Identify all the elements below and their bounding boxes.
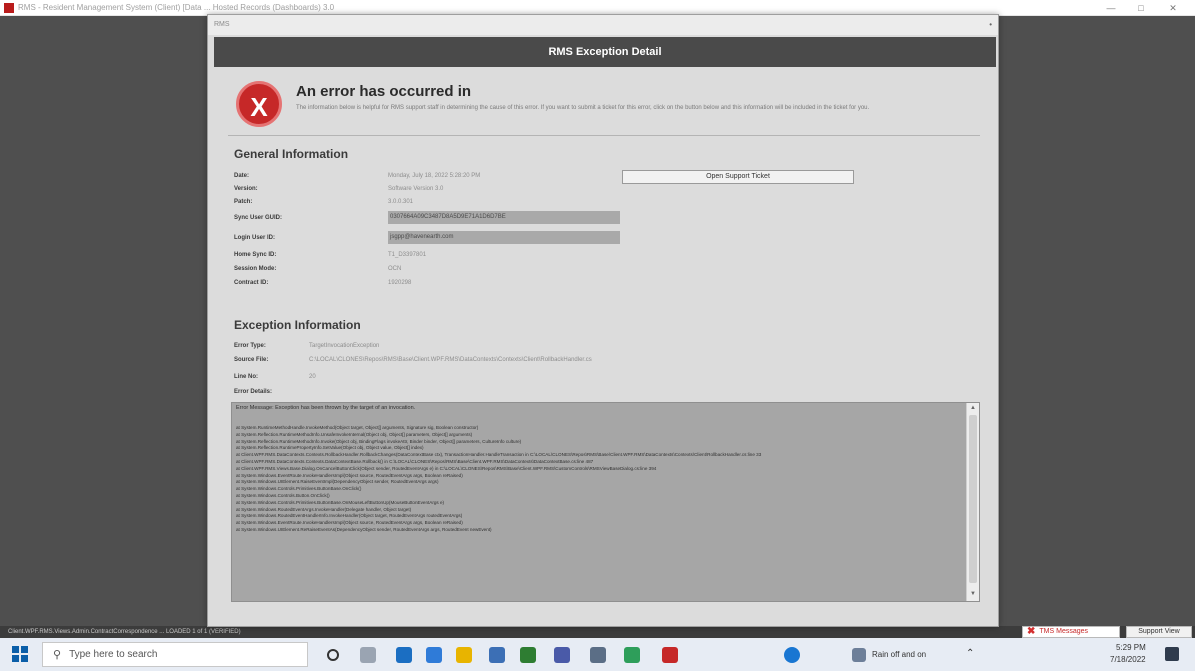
source-file-value: C:\LOCAL\CLONES\Repos\RMS\Base\Client.WP… [309,357,592,363]
search-icon: ⚲ [53,649,62,661]
teams-icon[interactable] [554,647,570,663]
dialog-header: RMS Exception Detail [214,37,996,67]
contract-id-value: 1920298 [388,280,412,286]
stack-line: at System.Windows.Controls.Button.OnClic… [236,492,330,498]
divider [228,135,980,136]
error-title: An error has occurred in [296,83,472,100]
date-label: Date: [234,173,250,179]
error-x-icon: X [236,81,282,127]
outlook-icon[interactable] [489,647,505,663]
line-no-label: Line No: [234,374,258,380]
stack-line: at System.Windows.Controls.Primitives.Bu… [236,486,362,492]
home-sync-id-label: Home Sync ID: [234,252,277,258]
stack-trace: at System.RuntimeMethodHandle.InvokeMeth… [236,425,961,534]
search-placeholder: Type here to search [69,649,158,660]
maximize-icon[interactable]: □ [1128,0,1154,16]
scroll-down-icon[interactable]: ▼ [967,589,979,599]
sync-user-guid-label: Sync User GUID: [234,215,283,221]
patch-label: Patch: [234,199,253,205]
app-icon[interactable] [590,647,606,663]
edge-icon[interactable] [396,647,412,663]
weather-icon [852,648,866,662]
tms-x-icon: ✖ [1027,626,1036,637]
weather-text[interactable]: Rain off and on [872,650,926,659]
tms-messages-button[interactable]: ✖ TMS Messages [1022,626,1120,638]
status-bar: Client.WPF.RMS.Views.Admin.ContractCorre… [0,626,1195,638]
dialog-close-icon[interactable]: • [989,15,992,35]
session-mode-label: Session Mode: [234,266,277,272]
stack-line: at System.Reflection.RuntimeMethodInfo.I… [236,438,522,444]
login-user-id-field[interactable]: jsgpp@havenearth.com [388,231,620,244]
details-scrollbar[interactable]: ▲ ▼ [966,403,979,601]
rms-app-icon[interactable] [662,647,678,663]
tms-messages-label: TMS Messages [1039,628,1089,635]
stack-line: at Client.WPF.RMS.DataContexts.Contexts.… [236,458,594,464]
browser-icon[interactable] [784,647,800,663]
file-explorer-icon[interactable] [456,647,472,663]
app-window-title: RMS - Resident Management System (Client… [18,3,335,12]
exception-info-title: Exception Information [234,318,361,332]
error-message: Error Message: Exception has been thrown… [236,405,416,411]
dialog-window-title: RMS [214,21,230,28]
stack-line: at System.Reflection.RuntimeMethodInfo.U… [236,431,473,437]
store-icon[interactable] [426,647,442,663]
excel-icon[interactable] [520,647,536,663]
open-support-ticket-button[interactable]: Open Support Ticket [622,170,854,184]
minimize-icon[interactable]: — [1098,0,1124,16]
stack-line: at System.RuntimeMethodHandle.InvokeMeth… [236,425,479,430]
source-file-label: Source File: [234,357,269,363]
tray-chevron-icon[interactable]: ⌃ [966,648,974,659]
stack-line: at System.Windows.UIElement.RaiseEventIm… [236,479,439,485]
scroll-thumb[interactable] [969,415,977,583]
cortana-icon[interactable] [327,649,339,661]
session-mode-value: OCN [388,266,402,272]
stack-line: at System.Windows.Controls.Primitives.Bu… [236,499,445,505]
stack-line: at Client.WPF.RMS.Views.Base.Dialog.OnCa… [236,465,657,471]
green-app-icon[interactable] [624,647,640,663]
sync-user-guid-field[interactable]: 0307664A09C3487D8A5D9E71A1D6D7BE [388,211,620,224]
error-type-value: TargetInvocationException [309,343,380,349]
stack-line: at System.Windows.RoutedEventArgs.Invoke… [236,506,412,512]
clock-date[interactable]: 7/18/2022 [1110,655,1146,664]
stack-line: at System.Reflection.RuntimePropertyInfo… [236,445,424,451]
login-user-id-label: Login User ID: [234,235,276,241]
error-details-label: Error Details: [234,389,273,395]
notification-icon[interactable] [1165,647,1179,661]
general-info-title: General Information [234,147,349,161]
stack-line: at Client.WPF.RMS.DataContexts.Contexts.… [236,452,762,458]
task-view-icon[interactable] [360,647,376,663]
stack-line: at System.Windows.EventRoute.InvokeHandl… [236,472,463,478]
error-type-label: Error Type: [234,343,266,349]
line-no-value: 20 [309,374,316,380]
taskbar-search-input[interactable]: ⚲ Type here to search [42,642,308,667]
status-text: Client.WPF.RMS.Views.Admin.ContractCorre… [8,629,241,635]
windows-start-icon[interactable] [12,646,28,662]
version-value: Software Version 3.0 [388,186,444,192]
stack-line: at System.Windows.EventRoute.InvokeHandl… [236,520,463,526]
taskbar: ⚲ Type here to search Rain off and on ⌃ … [0,638,1195,671]
error-details-textbox[interactable]: Error Message: Exception has been thrown… [231,402,980,602]
support-view-button[interactable]: Support View [1126,626,1192,638]
clock-time[interactable]: 5:29 PM [1116,643,1146,652]
patch-value: 3.0.0.301 [388,199,414,205]
scroll-up-icon[interactable]: ▲ [967,403,979,413]
home-sync-id-value: T1_D3397801 [388,252,427,258]
contract-id-label: Contract ID: [234,280,269,286]
exception-dialog: RMS • RMS Exception Detail X An error ha… [207,14,999,627]
dialog-titlebar: RMS • [208,15,998,35]
stack-line: at System.Windows.UIElement.ReRaiseEvent… [236,526,492,532]
version-label: Version: [234,186,258,192]
app-logo-icon [4,2,14,13]
date-value: Monday, July 18, 2022 5:28:20 PM [388,173,481,179]
close-icon[interactable]: ✕ [1160,0,1186,16]
error-description: The information below is helpful for RMS… [296,105,870,111]
stack-line: at System.Windows.RoutedEventHandlerInfo… [236,513,463,519]
